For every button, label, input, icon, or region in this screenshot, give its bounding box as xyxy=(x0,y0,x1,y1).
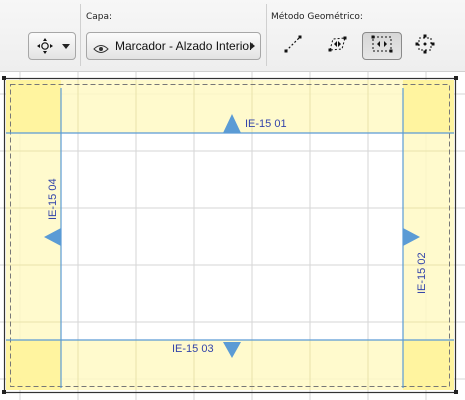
elevation-marker-drawing xyxy=(0,72,465,400)
toolbar-separator xyxy=(80,4,81,66)
cross-target-icon xyxy=(413,33,437,60)
corner-bottom-right xyxy=(403,340,454,390)
target-move-icon xyxy=(34,37,56,55)
marker-label-right: IE-15 02 xyxy=(416,252,428,294)
chevron-right-icon[interactable] xyxy=(250,42,255,50)
corner-top-left xyxy=(6,80,61,133)
marker-label-top: IE-15 01 xyxy=(245,118,287,130)
method-rectangle-button[interactable] xyxy=(362,32,402,60)
geometry-group-label: Método Geométrico: xyxy=(271,12,363,22)
eye-icon xyxy=(93,41,109,53)
marker-label-bottom: IE-15 03 xyxy=(172,343,214,355)
corner-top-right xyxy=(403,80,454,133)
single-line-icon xyxy=(282,33,304,60)
method-rotated-rect-button[interactable] xyxy=(320,32,354,60)
marker-label-left: IE-15 04 xyxy=(47,178,59,220)
corner-bottom-left xyxy=(6,340,61,390)
method-single-line-button[interactable] xyxy=(276,32,310,60)
toolbar: Capa: Marcador - Alzado Interior Método … xyxy=(0,0,465,72)
rectangle-icon xyxy=(369,33,395,60)
drawing-canvas[interactable]: IE-15 01 IE-15 03 IE-15 04 IE-15 02 xyxy=(0,72,465,400)
placement-tool-button[interactable] xyxy=(28,32,76,60)
method-cross-button[interactable] xyxy=(408,32,442,60)
layer-selector[interactable]: Marcador - Alzado Interior xyxy=(86,32,261,60)
layer-group-label: Capa: xyxy=(86,12,113,22)
toolbar-separator xyxy=(266,4,267,66)
rotated-rectangle-icon xyxy=(325,33,349,60)
chevron-down-icon[interactable] xyxy=(62,43,70,49)
layer-value: Marcador - Alzado Interior xyxy=(115,39,254,53)
